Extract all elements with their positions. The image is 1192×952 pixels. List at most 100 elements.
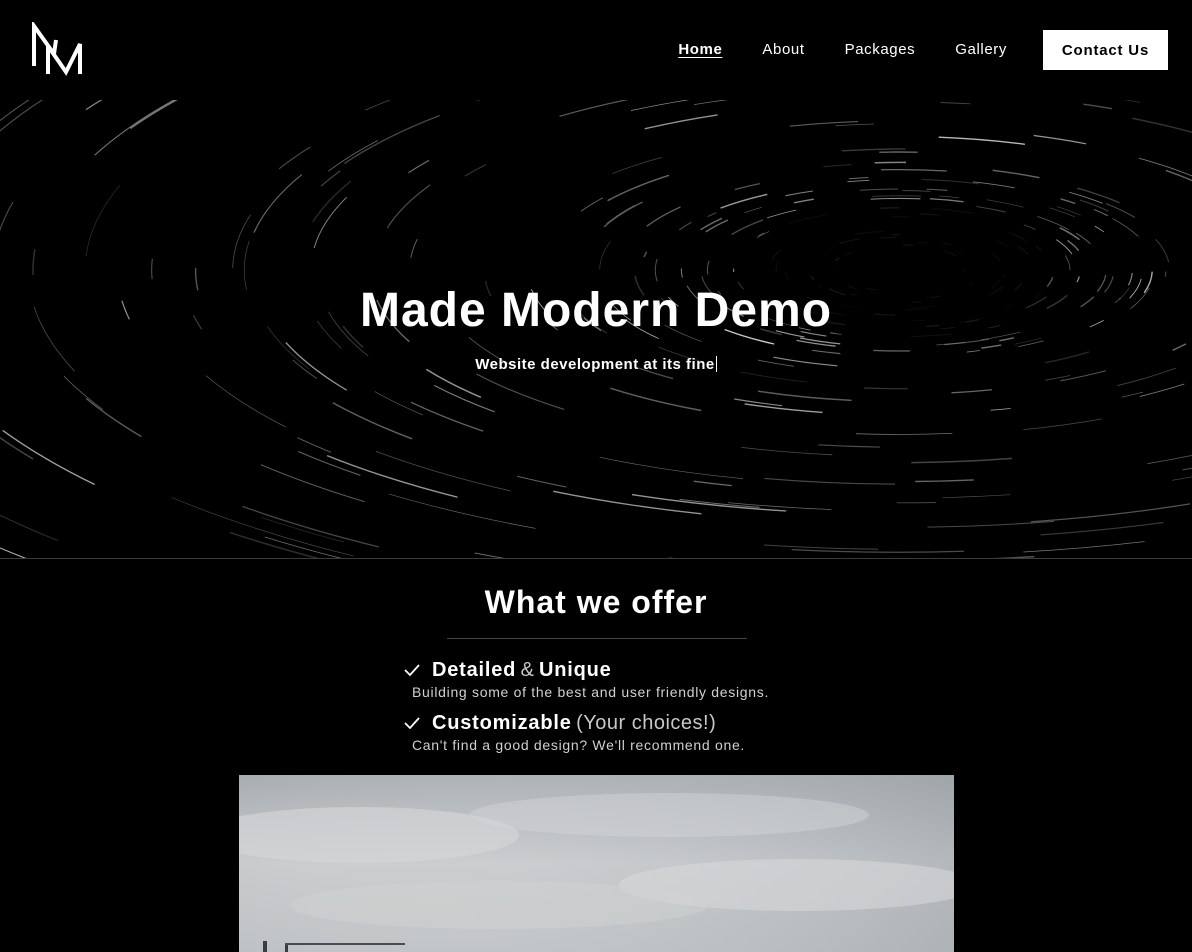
star-trail	[763, 544, 879, 550]
star-trail	[791, 548, 964, 553]
main-nav: Home About Packages Gallery Contact Us	[678, 30, 1168, 70]
offer-item-title-strong-2: Unique	[538, 658, 612, 681]
star-trail	[693, 480, 732, 487]
star-trail	[972, 181, 1015, 189]
star-trail	[720, 193, 768, 209]
star-trail	[848, 177, 869, 180]
star-trail	[388, 493, 536, 529]
star-trail	[986, 199, 1024, 208]
nav-about[interactable]: About	[762, 30, 804, 70]
star-trail	[1023, 224, 1036, 230]
star-trail	[1112, 218, 1139, 237]
star-trail	[705, 219, 729, 233]
star-trail	[0, 547, 27, 558]
star-trail	[646, 206, 681, 227]
star-trail	[253, 174, 303, 233]
star-trail	[927, 520, 1055, 528]
star-trail	[386, 184, 431, 229]
star-trail	[313, 196, 347, 249]
star-trail	[999, 337, 1015, 342]
star-trail	[1124, 100, 1141, 103]
star-trail	[1179, 100, 1192, 108]
star-trail	[1030, 503, 1191, 523]
offer-item: Customizable (Your choices!) Can't find …	[403, 709, 769, 754]
star-trail	[744, 403, 823, 414]
star-trail	[992, 169, 1040, 179]
star-trail	[767, 209, 797, 219]
star-trail	[835, 123, 875, 127]
nav-packages[interactable]: Packages	[845, 30, 916, 70]
star-trail	[297, 437, 332, 453]
star-trail	[990, 407, 1011, 411]
offer-item: Detailed & Unique Building some of the b…	[403, 656, 769, 701]
star-trail	[855, 432, 953, 435]
star-trail	[517, 475, 567, 488]
star-trail	[1023, 541, 1145, 553]
star-trail	[425, 368, 482, 398]
star-trail	[365, 100, 391, 111]
star-trail	[599, 456, 744, 480]
star-trail	[1105, 202, 1136, 218]
star-trail	[464, 164, 487, 177]
star-trail	[326, 454, 458, 498]
star-trail	[1076, 276, 1080, 283]
offer-item-title-light: (Your choices!)	[576, 711, 717, 734]
star-trail	[785, 190, 813, 197]
star-trail	[1067, 239, 1080, 252]
star-trail	[1155, 238, 1170, 263]
star-trail	[1172, 343, 1187, 351]
star-trail	[1077, 187, 1120, 204]
hero-section: Made Modern Demo Website development at …	[0, 100, 1192, 559]
star-trail	[1132, 117, 1192, 134]
star-trail	[1094, 225, 1105, 233]
star-trail	[731, 219, 764, 236]
offer-item-description: Building some of the best and user frien…	[412, 684, 770, 700]
cloudy-sky-image	[239, 775, 954, 952]
star-trail	[1023, 418, 1102, 431]
offer-list: Detailed & Unique Building some of the b…	[403, 656, 769, 762]
offer-title: What we offer	[484, 584, 708, 620]
star-trail	[94, 100, 175, 156]
star-trail	[1083, 103, 1113, 110]
star-trail	[734, 182, 760, 191]
star-trail	[859, 188, 898, 191]
star-trail	[1018, 340, 1044, 347]
star-trail	[872, 195, 922, 197]
star-trail	[0, 100, 43, 132]
offer-item-title-strong: Detailed	[432, 658, 517, 681]
star-trail	[1138, 157, 1192, 177]
star-trail	[929, 198, 964, 203]
star-trail	[847, 179, 870, 183]
star-trail	[799, 337, 841, 345]
nav-home[interactable]: Home	[678, 30, 722, 70]
star-trail	[297, 450, 361, 476]
star-trail	[764, 477, 896, 485]
showcase-photo	[239, 775, 954, 952]
star-trail	[812, 349, 841, 355]
nav-gallery[interactable]: Gallery	[955, 30, 1007, 70]
star-trail	[603, 201, 643, 228]
star-trail	[1056, 206, 1081, 216]
star-trail	[1164, 271, 1167, 277]
star-trail	[85, 397, 142, 438]
star-trail	[476, 373, 565, 410]
star-trail	[261, 517, 345, 543]
star-trail	[332, 402, 413, 440]
star-trail	[911, 457, 1012, 464]
star-trail	[559, 100, 629, 117]
star-trail	[32, 249, 36, 276]
star-trail	[408, 159, 430, 174]
star-trail	[85, 185, 120, 256]
contact-us-button[interactable]: Contact Us	[1043, 30, 1168, 70]
star-trail	[260, 464, 365, 503]
star-trail	[612, 156, 662, 174]
mm-logo[interactable]	[30, 22, 86, 78]
star-trail	[793, 198, 814, 204]
star-trail	[921, 178, 979, 185]
star-trail	[643, 251, 648, 258]
star-trail	[610, 387, 702, 412]
star-trail	[981, 344, 1002, 349]
star-trail	[744, 206, 762, 214]
star-trail	[942, 494, 1011, 499]
star-trail	[873, 349, 910, 352]
